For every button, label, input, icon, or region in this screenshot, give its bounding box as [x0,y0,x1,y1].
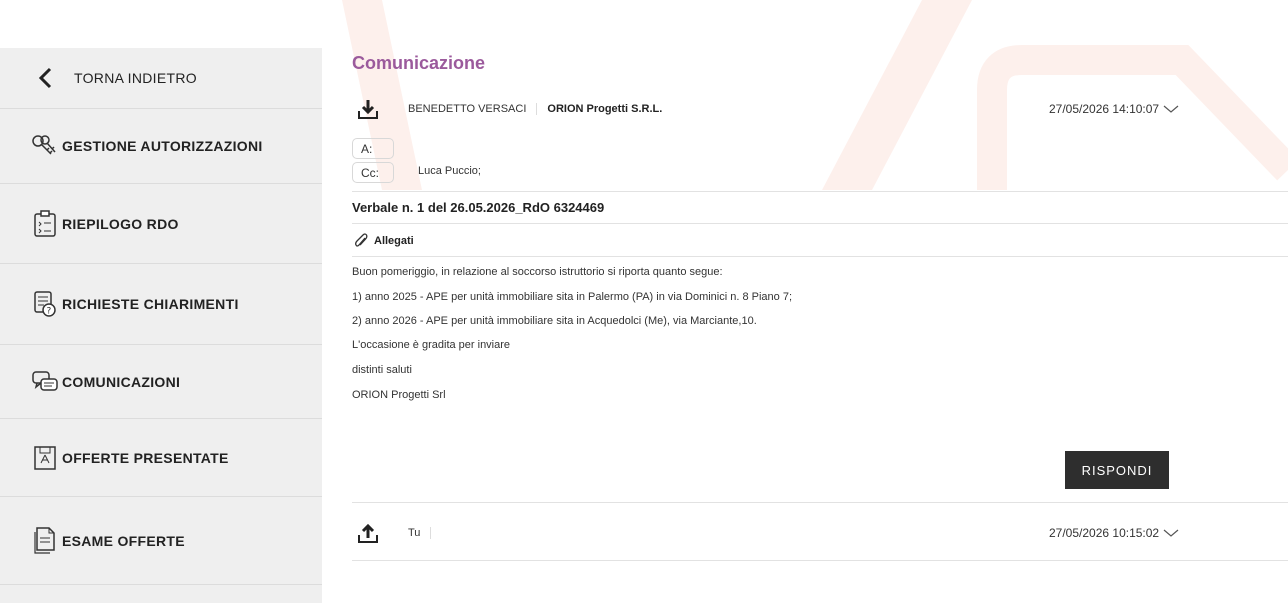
back-button[interactable]: TORNA INDIETRO [0,48,322,109]
message-body-line: 2) anno 2026 - APE per unità immobiliare… [352,315,757,327]
divider [352,191,1288,192]
message-header[interactable]: BENEDETTO VERSACI ORION Progetti S.R.L. … [352,94,1282,124]
back-label: TORNA INDIETRO [74,70,197,86]
sidebar: TORNA INDIETRO GESTIONE AUTORIZZAZIONI R… [0,48,322,603]
chat-bubbles-icon [30,367,60,397]
download-icon[interactable] [356,97,380,121]
upload-icon[interactable] [356,521,380,545]
divider [352,223,1288,224]
sent-message-date[interactable]: 27/05/2026 10:15:02 [1049,526,1179,540]
document-stack-icon [30,526,60,556]
chevron-down-icon [1163,105,1179,113]
divider [352,560,1288,561]
sidebar-item-label: GESTIONE AUTORIZZAZIONI [62,138,263,154]
sidebar-item-riepilogo-rdo[interactable]: RIEPILOGO RDO [0,184,322,264]
message-sender: BENEDETTO VERSACI [408,103,538,115]
divider [352,502,1288,503]
message-body-line: distinti saluti [352,364,412,376]
page-title: Comunicazione [352,53,486,73]
cc-label: Cc: [352,162,394,183]
message-date[interactable]: 27/05/2026 14:10:07 [1049,102,1179,116]
offer-document-icon [30,443,60,473]
chevron-left-icon [30,63,60,93]
message-subject: Verbale n. 1 del 26.05.2026_RdO 6324469 [352,200,605,215]
sidebar-item-gestione-autorizzazioni[interactable]: GESTIONE AUTORIZZAZIONI [0,109,322,184]
clipboard-list-icon [30,209,60,239]
message-date-text: 27/05/2026 14:10:07 [1049,102,1160,116]
to-label: A: [352,138,394,159]
cc-recipient: Luca Puccio; [418,165,481,177]
attachments-link[interactable]: Allegati [354,233,414,249]
sidebar-item-label: RICHIESTE CHIARIMENTI [62,296,239,312]
sidebar-item-label: ESAME OFFERTE [62,532,185,549]
sent-message-header[interactable]: Tu 27/05/2026 10:15:02 [352,518,1282,548]
attachments-label: Allegati [374,235,414,247]
sidebar-item-offerte-presentate[interactable]: OFFERTE PRESENTATE [0,419,322,497]
message-body-line: ORION Progetti Srl [352,389,446,401]
keys-icon [30,131,60,161]
reply-button[interactable]: RISPONDI [1065,451,1169,489]
svg-text:?: ? [47,307,52,317]
message-body-line: Buon pomeriggio, in relazione al soccors… [352,266,723,278]
sent-message-sender: Tu [408,527,432,539]
sidebar-item-comunicazioni[interactable]: COMUNICAZIONI [0,345,322,419]
paperclip-icon [355,233,368,247]
chevron-down-icon [1163,529,1179,537]
sidebar-item-richieste-chiarimenti[interactable]: ? RICHIESTE CHIARIMENTI [0,264,322,345]
sidebar-item-esame-offerte[interactable]: ESAME OFFERTE [0,497,322,585]
sidebar-item-label: OFFERTE PRESENTATE [62,449,229,466]
sidebar-item-label: COMUNICAZIONI [62,373,181,390]
message-body-line: L'occasione è gradita per inviare [352,339,511,351]
message-body-line: 1) anno 2025 - APE per unità immobiliare… [352,291,793,303]
divider [352,256,1288,257]
message-panel: Comunicazione BENEDETTO VERSACI ORION Pr… [322,0,1288,603]
message-organization: ORION Progetti S.R.L. [547,103,663,115]
sent-message-date-text: 27/05/2026 10:15:02 [1049,526,1160,540]
sidebar-item-label: RIEPILOGO RDO [62,215,179,232]
document-question-icon: ? [30,289,60,319]
